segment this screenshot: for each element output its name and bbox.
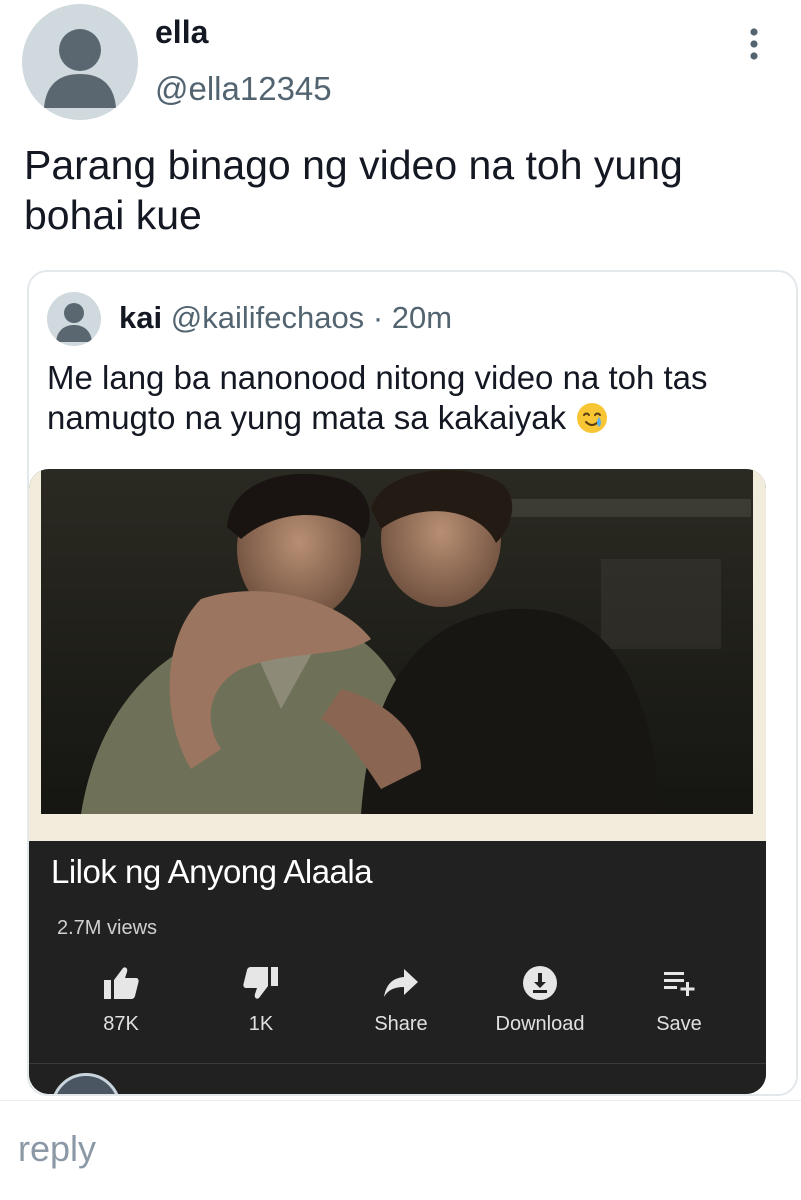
dislike-count: 1K bbox=[248, 1013, 274, 1035]
author-avatar[interactable] bbox=[22, 4, 138, 120]
like-button[interactable]: 87K bbox=[56, 963, 186, 1043]
dislike-button[interactable]: 1K bbox=[196, 963, 326, 1043]
quoted-author-handle[interactable]: @kailifechaos bbox=[171, 300, 364, 335]
smiling-face-with-tear-icon bbox=[575, 401, 609, 435]
video-action-bar: 87K 1K Share Download Save bbox=[29, 963, 766, 1043]
playlist-add-icon bbox=[659, 963, 699, 1003]
thumbs-down-icon bbox=[241, 963, 281, 1003]
download-icon bbox=[520, 963, 560, 1003]
quoted-tweet-header: kai @kailifechaos · 20m bbox=[119, 300, 452, 336]
more-vertical-icon[interactable] bbox=[738, 22, 770, 66]
youtube-video-details: Lilok ng Anyong Alaala 2.7M views 87K 1K… bbox=[29, 841, 766, 1094]
download-label: Download bbox=[495, 1013, 585, 1035]
share-label: Share bbox=[374, 1013, 428, 1035]
quoted-tweet-card[interactable]: kai @kailifechaos · 20m Me lang ba nanon… bbox=[27, 270, 798, 1096]
quoted-author-avatar[interactable] bbox=[47, 292, 101, 346]
quoted-tweet-time[interactable]: 20m bbox=[392, 300, 452, 335]
video-screenshot[interactable]: Lilok ng Anyong Alaala 2.7M views 87K 1K… bbox=[29, 469, 766, 1094]
share-icon bbox=[381, 963, 421, 1003]
video-title[interactable]: Lilok ng Anyong Alaala bbox=[51, 853, 373, 891]
share-button[interactable]: Share bbox=[336, 963, 466, 1043]
like-count: 87K bbox=[103, 1013, 139, 1035]
tweet-text: Parang binago ng video na toh yung bohai… bbox=[24, 142, 683, 238]
save-label: Save bbox=[656, 1013, 702, 1035]
header-separator: · bbox=[372, 300, 384, 335]
default-user-icon bbox=[44, 29, 116, 108]
reply-input[interactable]: reply bbox=[18, 1128, 96, 1170]
download-button[interactable]: Download bbox=[475, 963, 605, 1043]
quoted-tweet-text: Me lang ba nanonood nitong video na toh … bbox=[47, 358, 777, 438]
divider bbox=[29, 1063, 766, 1064]
video-thumbnail-frame bbox=[29, 469, 766, 841]
channel-avatar[interactable] bbox=[51, 1073, 121, 1094]
save-button[interactable]: Save bbox=[614, 963, 744, 1043]
reply-divider bbox=[0, 1100, 801, 1101]
author-name[interactable]: ella bbox=[155, 14, 208, 51]
video-thumbnail-photo bbox=[41, 469, 753, 814]
author-handle[interactable]: @ella12345 bbox=[155, 70, 332, 108]
thumbs-up-icon bbox=[101, 963, 141, 1003]
default-user-icon bbox=[56, 303, 92, 342]
quoted-author-name[interactable]: kai bbox=[119, 300, 162, 335]
video-views: 2.7M views bbox=[57, 917, 158, 939]
